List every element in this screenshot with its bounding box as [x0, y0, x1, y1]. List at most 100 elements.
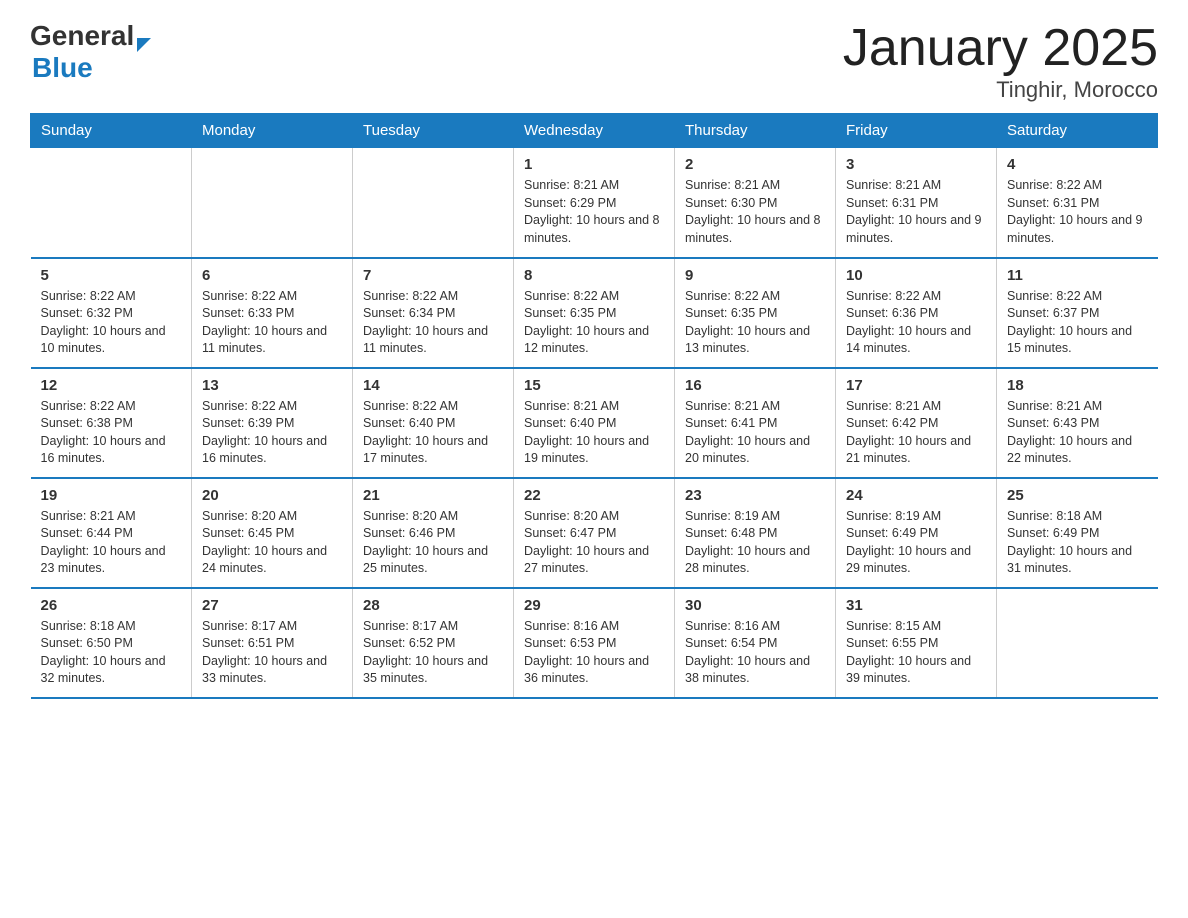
logo-triangle-icon	[137, 38, 151, 52]
day-number-15: 15	[524, 377, 664, 394]
day-info-20: Sunrise: 8:20 AM Sunset: 6:45 PM Dayligh…	[202, 508, 342, 578]
calendar-day-30: 30 Sunrise: 8:16 AM Sunset: 6:54 PM Dayli…	[675, 588, 836, 698]
day-info-18: Sunrise: 8:21 AM Sunset: 6:43 PM Dayligh…	[1007, 398, 1148, 468]
calendar-day-17: 17 Sunrise: 8:21 AM Sunset: 6:42 PM Dayli…	[836, 368, 997, 478]
logo-general-text: General	[30, 20, 134, 52]
calendar-table: SundayMondayTuesdayWednesdayThursdayFrid…	[30, 113, 1158, 699]
day-info-4: Sunrise: 8:22 AM Sunset: 6:31 PM Dayligh…	[1007, 177, 1148, 247]
calendar-day-6: 6 Sunrise: 8:22 AM Sunset: 6:33 PM Daylig…	[192, 258, 353, 368]
day-info-19: Sunrise: 8:21 AM Sunset: 6:44 PM Dayligh…	[41, 508, 182, 578]
day-number-24: 24	[846, 487, 986, 504]
day-number-11: 11	[1007, 267, 1148, 284]
day-number-31: 31	[846, 597, 986, 614]
day-info-27: Sunrise: 8:17 AM Sunset: 6:51 PM Dayligh…	[202, 618, 342, 688]
day-number-20: 20	[202, 487, 342, 504]
day-number-2: 2	[685, 156, 825, 173]
weekday-header-friday: Friday	[836, 114, 997, 148]
day-number-30: 30	[685, 597, 825, 614]
calendar-day-9: 9 Sunrise: 8:22 AM Sunset: 6:35 PM Daylig…	[675, 258, 836, 368]
logo-blue-text: Blue	[32, 52, 93, 84]
calendar-day-25: 25 Sunrise: 8:18 AM Sunset: 6:49 PM Dayli…	[997, 478, 1158, 588]
location-label: Tinghir, Morocco	[843, 77, 1158, 103]
day-info-12: Sunrise: 8:22 AM Sunset: 6:38 PM Dayligh…	[41, 398, 182, 468]
day-info-6: Sunrise: 8:22 AM Sunset: 6:33 PM Dayligh…	[202, 288, 342, 358]
weekday-header-sunday: Sunday	[31, 114, 192, 148]
calendar-day-14: 14 Sunrise: 8:22 AM Sunset: 6:40 PM Dayli…	[353, 368, 514, 478]
calendar-day-8: 8 Sunrise: 8:22 AM Sunset: 6:35 PM Daylig…	[514, 258, 675, 368]
day-number-4: 4	[1007, 156, 1148, 173]
calendar-day-15: 15Sunrise: 8:21 AM Sunset: 6:40 PM Dayli…	[514, 368, 675, 478]
calendar-week-row-3: 12 Sunrise: 8:22 AM Sunset: 6:38 PM Dayli…	[31, 368, 1158, 478]
calendar-day-12: 12 Sunrise: 8:22 AM Sunset: 6:38 PM Dayli…	[31, 368, 192, 478]
day-info-28: Sunrise: 8:17 AM Sunset: 6:52 PM Dayligh…	[363, 618, 503, 688]
day-number-14: 14	[363, 377, 503, 394]
weekday-header-saturday: Saturday	[997, 114, 1158, 148]
weekday-header-thursday: Thursday	[675, 114, 836, 148]
calendar-empty-cell	[353, 148, 514, 258]
calendar-day-24: 24 Sunrise: 8:19 AM Sunset: 6:49 PM Dayli…	[836, 478, 997, 588]
day-info-24: Sunrise: 8:19 AM Sunset: 6:49 PM Dayligh…	[846, 508, 986, 578]
day-number-12: 12	[41, 377, 182, 394]
calendar-day-27: 27 Sunrise: 8:17 AM Sunset: 6:51 PM Dayli…	[192, 588, 353, 698]
day-number-13: 13	[202, 377, 342, 394]
calendar-week-row-5: 26Sunrise: 8:18 AM Sunset: 6:50 PM Dayli…	[31, 588, 1158, 698]
page-header: General Blue January 2025 Tinghir, Moroc…	[30, 20, 1158, 103]
day-info-16: Sunrise: 8:21 AM Sunset: 6:41 PM Dayligh…	[685, 398, 825, 468]
day-info-13: Sunrise: 8:22 AM Sunset: 6:39 PM Dayligh…	[202, 398, 342, 468]
calendar-day-4: 4 Sunrise: 8:22 AM Sunset: 6:31 PM Daylig…	[997, 148, 1158, 258]
day-number-21: 21	[363, 487, 503, 504]
weekday-header-row: SundayMondayTuesdayWednesdayThursdayFrid…	[31, 114, 1158, 148]
day-info-8: Sunrise: 8:22 AM Sunset: 6:35 PM Dayligh…	[524, 288, 664, 358]
day-number-17: 17	[846, 377, 986, 394]
day-number-5: 5	[41, 267, 182, 284]
day-number-16: 16	[685, 377, 825, 394]
calendar-empty-cell	[192, 148, 353, 258]
day-number-9: 9	[685, 267, 825, 284]
weekday-header-tuesday: Tuesday	[353, 114, 514, 148]
calendar-day-13: 13 Sunrise: 8:22 AM Sunset: 6:39 PM Dayli…	[192, 368, 353, 478]
day-number-8: 8	[524, 267, 664, 284]
day-info-30: Sunrise: 8:16 AM Sunset: 6:54 PM Dayligh…	[685, 618, 825, 688]
day-info-9: Sunrise: 8:22 AM Sunset: 6:35 PM Dayligh…	[685, 288, 825, 358]
calendar-day-2: 2Sunrise: 8:21 AM Sunset: 6:30 PM Daylig…	[675, 148, 836, 258]
calendar-day-5: 5 Sunrise: 8:22 AM Sunset: 6:32 PM Daylig…	[31, 258, 192, 368]
day-info-1: Sunrise: 8:21 AM Sunset: 6:29 PM Dayligh…	[524, 177, 664, 247]
day-number-6: 6	[202, 267, 342, 284]
calendar-empty-cell	[997, 588, 1158, 698]
calendar-day-3: 3Sunrise: 8:21 AM Sunset: 6:31 PM Daylig…	[836, 148, 997, 258]
day-number-25: 25	[1007, 487, 1148, 504]
day-number-1: 1	[524, 156, 664, 173]
day-info-21: Sunrise: 8:20 AM Sunset: 6:46 PM Dayligh…	[363, 508, 503, 578]
calendar-week-row-1: 1 Sunrise: 8:21 AM Sunset: 6:29 PM Daylig…	[31, 148, 1158, 258]
calendar-day-10: 10Sunrise: 8:22 AM Sunset: 6:36 PM Dayli…	[836, 258, 997, 368]
page-title: January 2025	[843, 20, 1158, 77]
calendar-day-18: 18Sunrise: 8:21 AM Sunset: 6:43 PM Dayli…	[997, 368, 1158, 478]
day-number-7: 7	[363, 267, 503, 284]
calendar-day-21: 21 Sunrise: 8:20 AM Sunset: 6:46 PM Dayli…	[353, 478, 514, 588]
day-info-3: Sunrise: 8:21 AM Sunset: 6:31 PM Dayligh…	[846, 177, 986, 247]
day-number-19: 19	[41, 487, 182, 504]
day-number-29: 29	[524, 597, 664, 614]
day-info-5: Sunrise: 8:22 AM Sunset: 6:32 PM Dayligh…	[41, 288, 182, 358]
calendar-day-19: 19 Sunrise: 8:21 AM Sunset: 6:44 PM Dayli…	[31, 478, 192, 588]
calendar-day-7: 7Sunrise: 8:22 AM Sunset: 6:34 PM Daylig…	[353, 258, 514, 368]
day-number-26: 26	[41, 597, 182, 614]
calendar-empty-cell	[31, 148, 192, 258]
calendar-week-row-4: 19 Sunrise: 8:21 AM Sunset: 6:44 PM Dayli…	[31, 478, 1158, 588]
title-block: January 2025 Tinghir, Morocco	[843, 20, 1158, 103]
day-info-10: Sunrise: 8:22 AM Sunset: 6:36 PM Dayligh…	[846, 288, 986, 358]
logo: General Blue	[30, 20, 151, 84]
calendar-day-16: 16 Sunrise: 8:21 AM Sunset: 6:41 PM Dayli…	[675, 368, 836, 478]
calendar-day-23: 23Sunrise: 8:19 AM Sunset: 6:48 PM Dayli…	[675, 478, 836, 588]
day-info-14: Sunrise: 8:22 AM Sunset: 6:40 PM Dayligh…	[363, 398, 503, 468]
day-info-17: Sunrise: 8:21 AM Sunset: 6:42 PM Dayligh…	[846, 398, 986, 468]
day-number-27: 27	[202, 597, 342, 614]
day-info-29: Sunrise: 8:16 AM Sunset: 6:53 PM Dayligh…	[524, 618, 664, 688]
day-info-25: Sunrise: 8:18 AM Sunset: 6:49 PM Dayligh…	[1007, 508, 1148, 578]
day-info-22: Sunrise: 8:20 AM Sunset: 6:47 PM Dayligh…	[524, 508, 664, 578]
calendar-day-31: 31Sunrise: 8:15 AM Sunset: 6:55 PM Dayli…	[836, 588, 997, 698]
day-number-22: 22	[524, 487, 664, 504]
day-number-23: 23	[685, 487, 825, 504]
calendar-day-26: 26Sunrise: 8:18 AM Sunset: 6:50 PM Dayli…	[31, 588, 192, 698]
weekday-header-monday: Monday	[192, 114, 353, 148]
